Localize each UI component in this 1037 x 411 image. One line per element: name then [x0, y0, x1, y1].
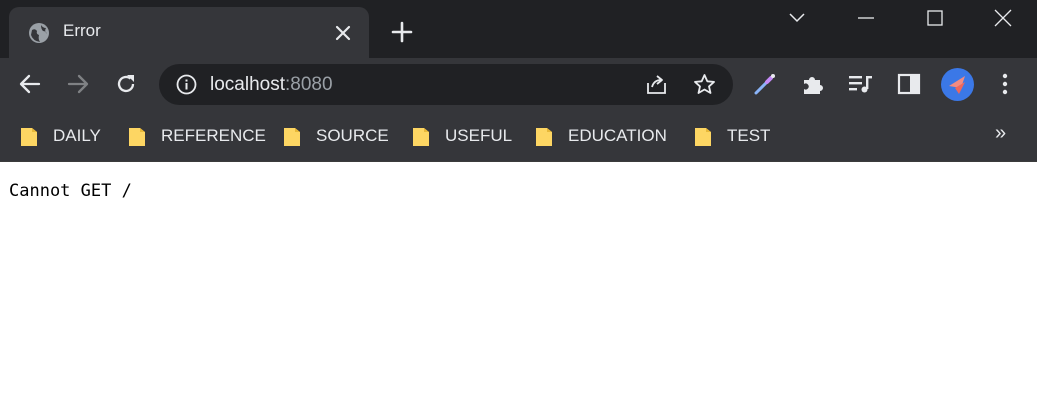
bookmark-folder-reference[interactable]: REFERENCE [128, 123, 266, 149]
toolbar: localhost:8080 [0, 58, 1037, 111]
back-icon [19, 74, 41, 94]
minimize-button[interactable] [843, 0, 889, 36]
back-button[interactable] [17, 71, 43, 97]
info-icon[interactable] [176, 74, 197, 95]
bookmarks-bar: DAILY REFERENCE SOURCE USEFUL EDUCATION [0, 111, 1037, 162]
close-icon[interactable] [333, 23, 353, 43]
side-panel-icon [897, 73, 921, 95]
globe-icon [29, 23, 49, 43]
bookmark-label: EDUCATION [568, 126, 667, 145]
puzzle-icon [804, 77, 823, 94]
bookmark-folder-source[interactable]: SOURCE [283, 123, 389, 149]
menu-icon [1002, 73, 1008, 95]
bookmark-label: USEFUL [445, 126, 513, 145]
reload-button[interactable] [113, 71, 139, 97]
bookmark-label: DAILY [53, 126, 101, 145]
browser-chrome: Error localhost:8080 DAILY REFERENCE SOU… [0, 0, 1037, 162]
minimize-icon [858, 17, 874, 19]
maximize-icon [927, 10, 943, 26]
close-icon [994, 9, 1012, 27]
folder-icon [413, 128, 429, 146]
close-window-button[interactable] [980, 0, 1026, 36]
eyedropper-icon [754, 74, 775, 95]
maximize-button[interactable] [912, 0, 958, 36]
extensions-button[interactable] [800, 71, 826, 97]
forward-icon [67, 74, 89, 94]
media-icon [849, 76, 872, 93]
folder-icon [695, 128, 711, 146]
profile-avatar[interactable] [941, 68, 974, 101]
page-content: Cannot GET / [0, 162, 1037, 201]
bookmark-label: SOURCE [316, 126, 389, 145]
url-port: :8080 [285, 74, 333, 95]
url-text[interactable]: localhost:8080 [210, 74, 333, 96]
address-bar[interactable]: localhost:8080 [159, 64, 733, 105]
bookmark-folder-daily[interactable]: DAILY [20, 123, 101, 149]
chevron-down-icon [789, 13, 805, 23]
folder-icon [129, 128, 145, 146]
chrome-menu-button[interactable] [992, 71, 1018, 97]
tab-search-button[interactable] [774, 0, 820, 36]
share-icon[interactable] [645, 73, 668, 96]
folder-icon [536, 128, 552, 146]
bookmark-label: TEST [727, 126, 771, 145]
forward-button[interactable] [65, 71, 91, 97]
bookmarks-overflow-button[interactable]: » [995, 122, 1006, 145]
error-message: Cannot GET / [9, 181, 132, 201]
tab-error[interactable]: Error [9, 7, 369, 58]
media-controls-button[interactable] [848, 71, 874, 97]
tab-strip: Error [0, 0, 1037, 58]
side-panel-button[interactable] [896, 71, 922, 97]
reload-icon [117, 75, 135, 93]
bookmark-folder-education[interactable]: EDUCATION [535, 123, 667, 149]
url-host: localhost [210, 74, 285, 95]
star-icon[interactable] [693, 73, 716, 96]
tab-title: Error [63, 21, 101, 40]
folder-icon [21, 128, 37, 146]
folder-icon [284, 128, 300, 146]
avatar-icon [949, 76, 965, 94]
plus-icon[interactable] [390, 20, 414, 44]
bookmark-folder-test[interactable]: TEST [694, 123, 770, 149]
eyedropper-extension[interactable] [752, 71, 778, 97]
bookmark-folder-useful[interactable]: USEFUL [412, 123, 512, 149]
bookmark-label: REFERENCE [161, 126, 266, 145]
